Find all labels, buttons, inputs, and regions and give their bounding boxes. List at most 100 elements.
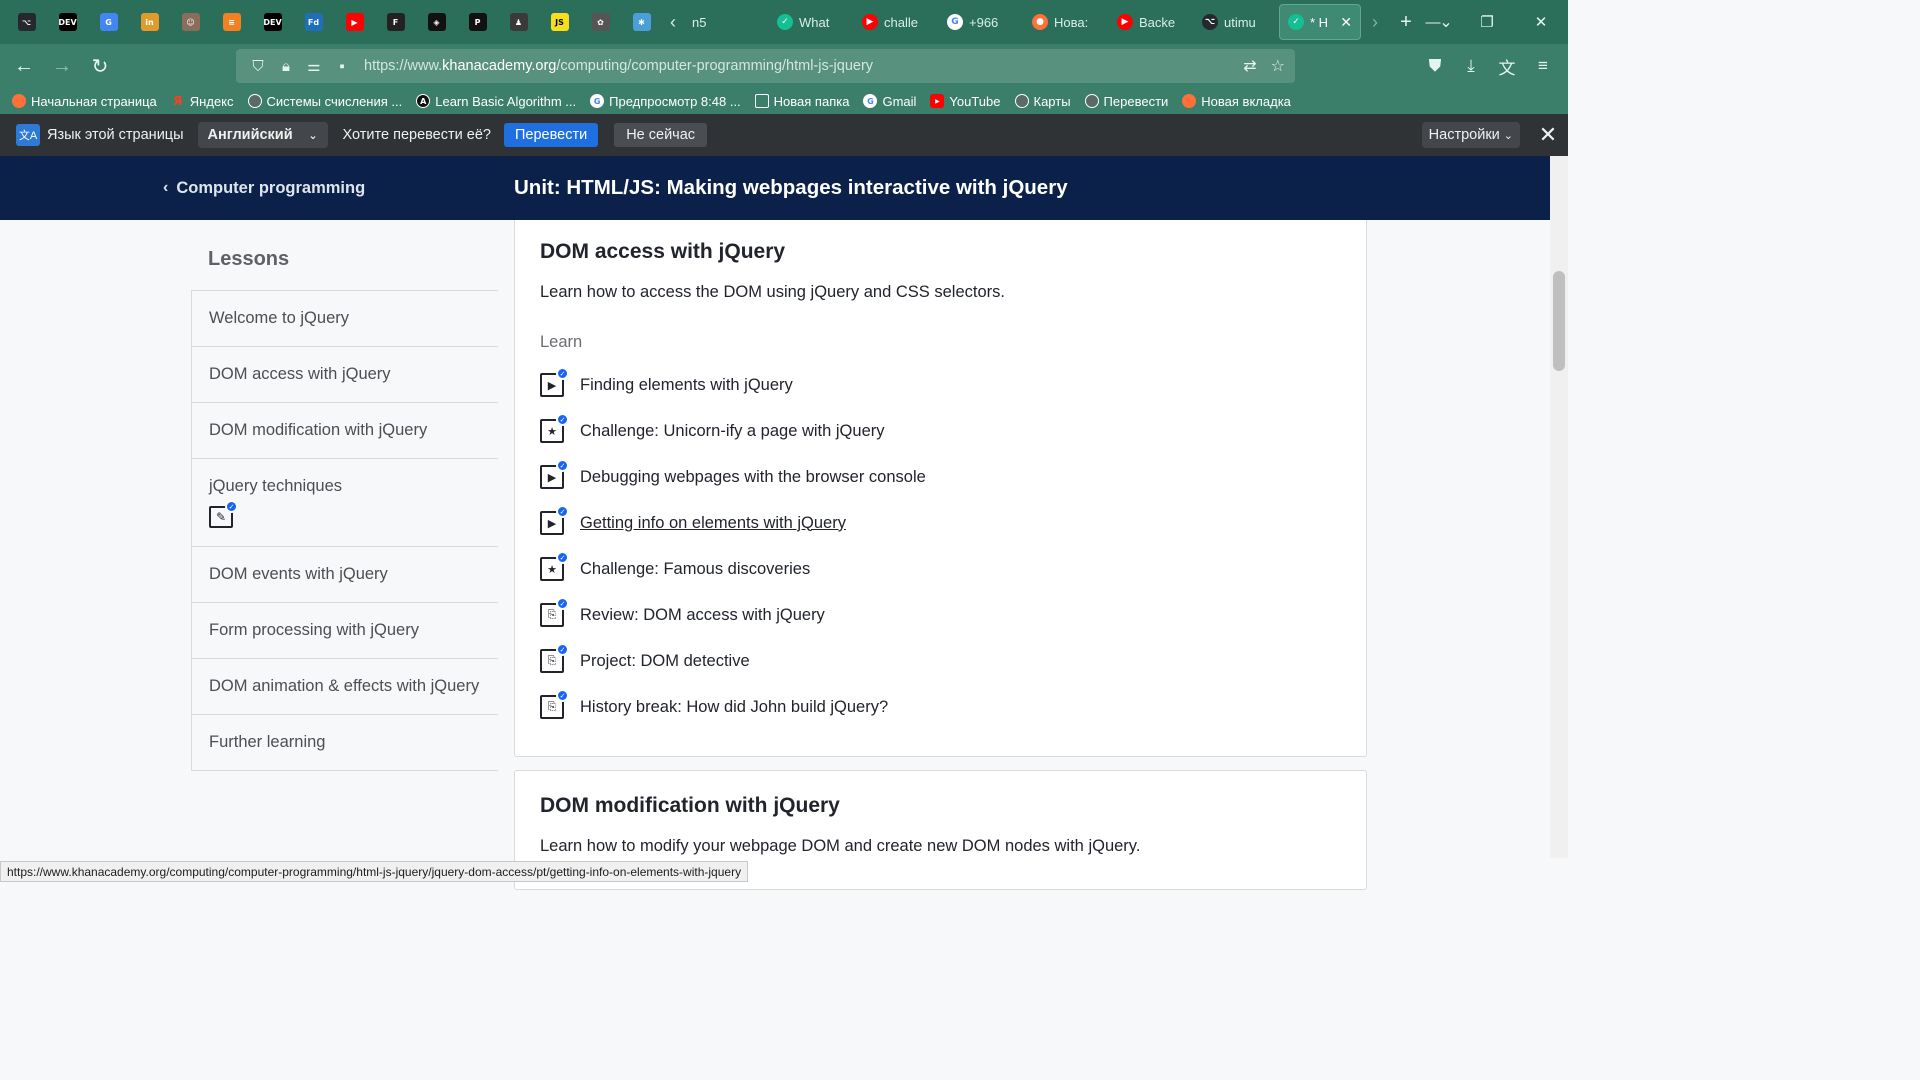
pinned-tab[interactable]: ⌥ <box>6 0 47 44</box>
sidebar-lesson-item[interactable]: Further learning <box>192 715 498 771</box>
bookmark-item[interactable]: Карты <box>1014 94 1071 109</box>
globe-icon <box>1014 94 1029 108</box>
bookmark-item[interactable]: G Gmail <box>863 94 916 109</box>
learn-item[interactable]: ▶ ✓ Debugging webpages with the browser co… <box>540 459 926 492</box>
pinned-tab[interactable]: G <box>88 0 129 44</box>
bookmark-item[interactable]: Я Яндекс <box>171 94 233 109</box>
restore-icon[interactable]: ❐ <box>1460 0 1514 44</box>
bookmark-item[interactable]: Системы счисления ... <box>247 94 402 109</box>
browser-tab[interactable]: ▶ challe <box>854 4 936 40</box>
sidebar-lesson-item[interactable]: DOM access with jQuery <box>192 347 498 403</box>
check-icon: ✓ <box>556 597 569 610</box>
back-icon[interactable]: ← <box>5 49 43 83</box>
tab-title: challe <box>884 14 918 30</box>
site-icon: ▪ <box>339 57 345 75</box>
shield-icon[interactable]: ⛉ <box>246 58 270 75</box>
translate-icon: G <box>99 13 118 31</box>
page-scrollbar[interactable] <box>1550 156 1568 858</box>
pinned-tab[interactable]: F <box>375 0 416 44</box>
check-icon: ✓ <box>556 459 569 472</box>
translate-question: Хотите перевести её? <box>342 127 491 143</box>
browser-tab[interactable]: ⌥ utimu <box>1194 4 1276 40</box>
sidebar-lesson-item[interactable]: DOM events with jQuery <box>192 547 498 603</box>
pinned-tab[interactable]: JS <box>539 0 580 44</box>
bookmark-item[interactable]: Перевести <box>1084 94 1168 109</box>
close-translate-icon[interactable]: ✕ <box>1528 122 1568 148</box>
unit-title: Unit: HTML/JS: Making webpages interacti… <box>514 176 1068 199</box>
browser-tab[interactable]: G +966 <box>939 4 1021 40</box>
learn-item[interactable]: ⎘ ✓ History break: How did John build jQue… <box>540 689 889 722</box>
section-title[interactable]: DOM modification with jQuery <box>540 794 840 818</box>
sidebar-lesson-item[interactable]: jQuery techniques ✎ ✓ <box>192 459 498 547</box>
pinned-tab[interactable]: in <box>129 0 170 44</box>
reload-icon[interactable]: ↻ <box>81 49 119 83</box>
tab-scroll-left-icon[interactable]: ‹ <box>662 0 684 44</box>
learn-item[interactable]: ▶ ✓ Getting info on elements with jQuery <box>540 505 846 538</box>
bookmark-item[interactable]: G Предпросмотр 8:48 ... <box>590 94 741 109</box>
pinned-tab[interactable]: ≡ <box>211 0 252 44</box>
forward-icon[interactable]: → <box>43 49 81 83</box>
pinned-tab[interactable]: ☺ <box>170 0 211 44</box>
learn-item[interactable]: ★ ✓ Challenge: Famous discoveries <box>540 551 810 584</box>
lesson-label: jQuery techniques <box>209 477 342 495</box>
sidebar-lesson-item[interactable]: DOM animation & effects with jQuery <box>192 659 498 715</box>
menu-icon[interactable]: ≡ <box>1528 56 1558 76</box>
pocket-icon[interactable]: ⛊ <box>1420 56 1450 76</box>
pinned-tab[interactable]: P <box>457 0 498 44</box>
pinned-tab[interactable]: ✿ <box>580 0 621 44</box>
learn-item[interactable]: ★ ✓ Challenge: Unicorn-ify a page with jQu… <box>540 413 885 446</box>
minimize-icon[interactable]: — <box>1406 0 1460 44</box>
pinned-tab[interactable]: ✱ <box>621 0 662 44</box>
bookmark-item[interactable]: Новая вкладка <box>1182 94 1291 109</box>
browser-tab[interactable]: ✓ What <box>769 4 851 40</box>
pinned-tab[interactable]: ◈ <box>416 0 457 44</box>
bookmark-item[interactable]: A Learn Basic Algorithm ... <box>416 94 576 109</box>
pinned-tab[interactable]: ♟ <box>498 0 539 44</box>
browser-tab[interactable]: ▶ Backe <box>1109 4 1191 40</box>
browser-tab[interactable]: ✓ * H ✕ <box>1279 4 1361 40</box>
sidebar-lesson-item[interactable]: DOM modification with jQuery <box>192 403 498 459</box>
downloads-icon[interactable]: ⤓ <box>1456 56 1486 76</box>
learn-item[interactable]: ⎘ ✓ Review: DOM access with jQuery <box>540 597 825 630</box>
bookmark-star-icon[interactable]: ☆ <box>1271 56 1285 76</box>
section-title[interactable]: DOM access with jQuery <box>540 240 785 264</box>
bookmark-item[interactable]: ▶ YouTube <box>930 94 1001 109</box>
lock-icon[interactable]: 🔒︎ <box>274 58 298 75</box>
translate-page-icon[interactable]: ⇄ <box>1243 56 1256 76</box>
learn-item[interactable]: ⎘ ✓ Project: DOM detective <box>540 643 750 676</box>
bookmark-item[interactable]: Начальная страница <box>12 94 157 109</box>
close-window-icon[interactable]: ✕ <box>1514 0 1568 44</box>
url-text[interactable]: https://www.khanacademy.org/computing/co… <box>364 58 873 74</box>
github-icon: ⌥ <box>17 13 36 31</box>
address-bar[interactable]: ⛉ 🔒︎ ⚌ ▪ https://www.khanacademy.org/com… <box>236 49 1295 83</box>
browser-tab[interactable]: ● Нова: <box>1024 4 1106 40</box>
learn-item-label: History break: How did John build jQuery… <box>580 697 889 716</box>
translate-extension-icon[interactable]: 文 <box>1492 54 1522 79</box>
section-description: Learn how to access the DOM using jQuery… <box>540 283 1005 301</box>
close-tab-icon[interactable]: ✕ <box>1340 14 1352 31</box>
bookmark-item[interactable]: Новая папка <box>754 93 850 109</box>
lesson-label: Welcome to jQuery <box>209 309 349 327</box>
pinned-tab[interactable]: DEV <box>47 0 88 44</box>
in-icon: in <box>140 13 159 31</box>
sidebar-lesson-item[interactable]: Welcome to jQuery <box>192 291 498 347</box>
pinned-tab[interactable]: Fd <box>293 0 334 44</box>
check-icon: ✓ <box>556 689 569 702</box>
pinned-tab[interactable]: DEV <box>252 0 293 44</box>
video-icon: ▶ ✓ <box>540 367 569 397</box>
pinned-tab[interactable]: ▶ <box>334 0 375 44</box>
permissions-icon[interactable]: ⚌ <box>302 57 326 75</box>
status-link-preview: https://www.khanacademy.org/computing/co… <box>0 861 749 882</box>
tab-scroll-right-icon[interactable]: › <box>1364 0 1386 44</box>
learn-item[interactable]: ▶ ✓ Finding elements with jQuery <box>540 367 793 400</box>
language-select[interactable]: Английский ⌄ <box>197 122 328 148</box>
back-to-course-link[interactable]: ‹ Computer programming <box>163 156 365 220</box>
bookmark-label: Новая папка <box>773 93 850 109</box>
sidebar-lesson-item[interactable]: Form processing with jQuery <box>192 603 498 659</box>
translate-settings-button[interactable]: Настройки ⌄ <box>1421 122 1520 148</box>
browser-tab[interactable]: n5 <box>684 4 766 40</box>
translate-button[interactable]: Перевести <box>503 123 599 147</box>
scrollbar-thumb[interactable] <box>1553 271 1565 371</box>
check-icon: ✓ <box>556 505 569 518</box>
not-now-button[interactable]: Не сейчас <box>614 123 708 147</box>
